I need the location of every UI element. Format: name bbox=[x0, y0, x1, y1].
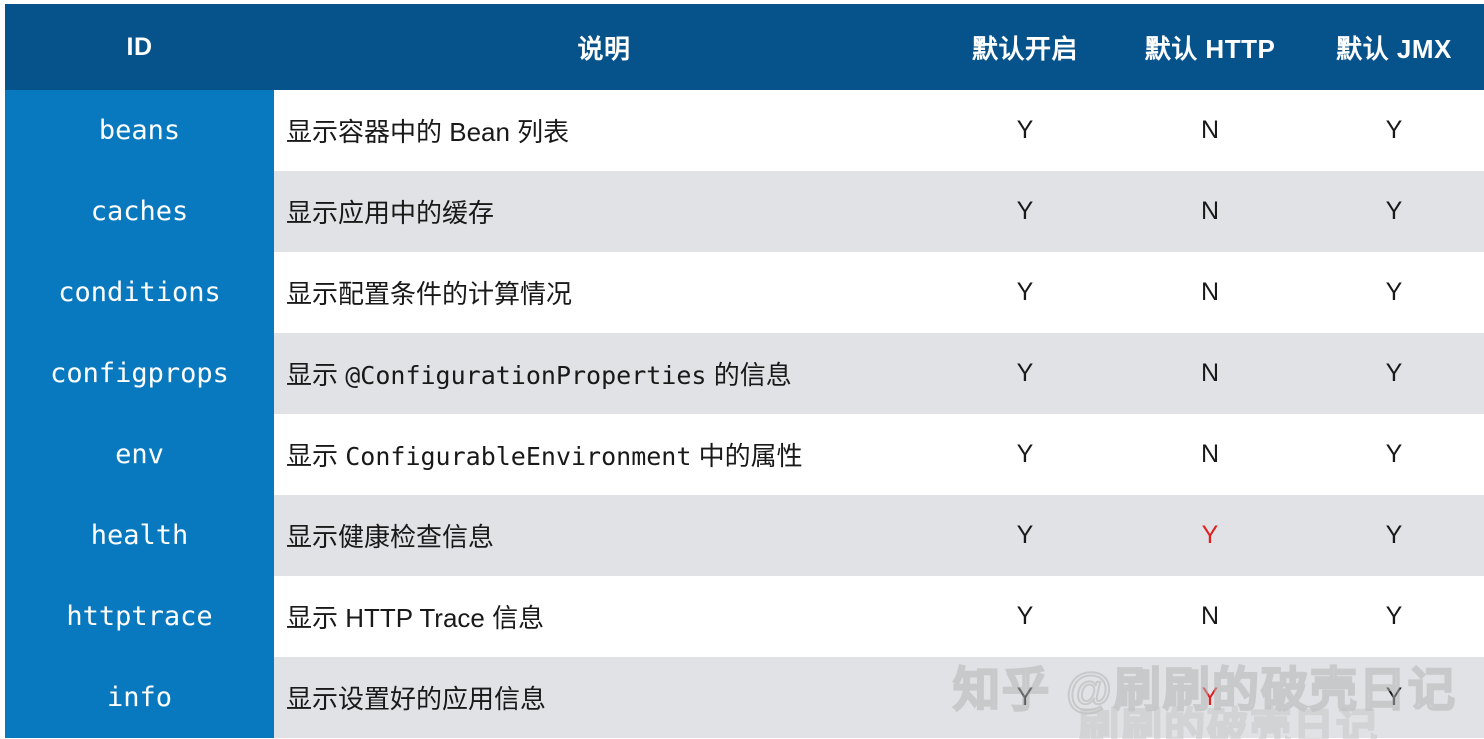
table-row: health 显示健康检查信息 Y Y Y bbox=[5, 495, 1484, 576]
column-header-http: 默认 HTTP bbox=[1116, 4, 1304, 90]
table-row: info 显示设置好的应用信息 Y Y Y bbox=[5, 657, 1484, 738]
column-header-id: ID bbox=[5, 4, 274, 90]
column-header-desc: 说明 bbox=[274, 4, 934, 90]
cell-default-enabled: Y bbox=[934, 495, 1116, 576]
cell-description: 显示容器中的 Bean 列表 bbox=[274, 90, 934, 171]
description-text: 显示 bbox=[286, 441, 346, 471]
table-row: httptrace 显示 HTTP Trace 信息 Y N Y bbox=[5, 576, 1484, 657]
cell-description: 显示应用中的缓存 bbox=[274, 171, 934, 252]
cell-endpoint-id: conditions bbox=[5, 252, 274, 333]
cell-default-jmx: Y bbox=[1304, 576, 1484, 657]
column-header-jmx: 默认 JMX bbox=[1304, 4, 1484, 90]
table-header: ID 说明 默认开启 默认 HTTP 默认 JMX bbox=[5, 4, 1484, 90]
description-text: 显示配置条件的计算情况 bbox=[286, 279, 573, 309]
description-text: 显示 bbox=[286, 360, 346, 390]
cell-endpoint-id: env bbox=[5, 414, 274, 495]
cell-endpoint-id: beans bbox=[5, 90, 274, 171]
cell-default-http: N bbox=[1116, 576, 1304, 657]
table-body: beans 显示容器中的 Bean 列表 Y N Ycaches 显示应用中的缓存 Y N Yc… bbox=[5, 90, 1484, 738]
description-text: 显示应用中的缓存 bbox=[286, 198, 495, 228]
cell-description: 显示配置条件的计算情况 bbox=[274, 252, 934, 333]
cell-default-http: Y bbox=[1116, 657, 1304, 738]
cell-default-http: N bbox=[1116, 171, 1304, 252]
description-text-suffix: 的信息 bbox=[706, 360, 792, 390]
cell-default-http: N bbox=[1116, 414, 1304, 495]
description-code: ConfigurableEnvironment bbox=[345, 442, 692, 471]
table-row: caches 显示应用中的缓存 Y N Y bbox=[5, 171, 1484, 252]
description-text: 显示容器中的 Bean 列表 bbox=[286, 117, 570, 147]
cell-default-enabled: Y bbox=[934, 333, 1116, 414]
cell-default-enabled: Y bbox=[934, 252, 1116, 333]
cell-default-jmx: Y bbox=[1304, 171, 1484, 252]
cell-description: 显示 @ConfigurationProperties 的信息 bbox=[274, 333, 934, 414]
cell-default-http: Y bbox=[1116, 495, 1304, 576]
cell-default-enabled: Y bbox=[934, 171, 1116, 252]
description-text: 显示 HTTP Trace 信息 bbox=[286, 603, 545, 633]
cell-endpoint-id: info bbox=[5, 657, 274, 738]
table-row: beans 显示容器中的 Bean 列表 Y N Y bbox=[5, 90, 1484, 171]
table-row: env 显示 ConfigurableEnvironment 中的属性 Y N Y bbox=[5, 414, 1484, 495]
cell-endpoint-id: configprops bbox=[5, 333, 274, 414]
cell-endpoint-id: caches bbox=[5, 171, 274, 252]
cell-default-jmx: Y bbox=[1304, 414, 1484, 495]
cell-default-enabled: Y bbox=[934, 657, 1116, 738]
screenshot-root: ID 说明 默认开启 默认 HTTP 默认 JMX beans 显示容器中的 Be… bbox=[0, 0, 1484, 739]
cell-description: 显示 HTTP Trace 信息 bbox=[274, 576, 934, 657]
table-header-row: ID 说明 默认开启 默认 HTTP 默认 JMX bbox=[5, 4, 1484, 90]
cell-default-http: N bbox=[1116, 90, 1304, 171]
cell-default-jmx: Y bbox=[1304, 252, 1484, 333]
cell-endpoint-id: health bbox=[5, 495, 274, 576]
description-text-suffix: 中的属性 bbox=[691, 441, 803, 471]
cell-description: 显示设置好的应用信息 bbox=[274, 657, 934, 738]
description-text: 显示设置好的应用信息 bbox=[286, 684, 547, 714]
cell-description: 显示健康检查信息 bbox=[274, 495, 934, 576]
cell-endpoint-id: httptrace bbox=[5, 576, 274, 657]
actuator-endpoints-table: ID 说明 默认开启 默认 HTTP 默认 JMX beans 显示容器中的 Be… bbox=[5, 4, 1484, 738]
description-code: @ConfigurationProperties bbox=[345, 361, 707, 390]
cell-default-http: N bbox=[1116, 333, 1304, 414]
cell-default-jmx: Y bbox=[1304, 333, 1484, 414]
table-row: conditions 显示配置条件的计算情况 Y N Y bbox=[5, 252, 1484, 333]
cell-default-enabled: Y bbox=[934, 414, 1116, 495]
description-text: 显示健康检查信息 bbox=[286, 522, 495, 552]
cell-default-jmx: Y bbox=[1304, 495, 1484, 576]
cell-default-jmx: Y bbox=[1304, 90, 1484, 171]
column-header-enabled: 默认开启 bbox=[934, 4, 1116, 90]
table-row: configprops 显示 @ConfigurationProperties 的… bbox=[5, 333, 1484, 414]
cell-default-enabled: Y bbox=[934, 576, 1116, 657]
cell-default-enabled: Y bbox=[934, 90, 1116, 171]
cell-default-jmx: Y bbox=[1304, 657, 1484, 738]
cell-default-http: N bbox=[1116, 252, 1304, 333]
cell-description: 显示 ConfigurableEnvironment 中的属性 bbox=[274, 414, 934, 495]
